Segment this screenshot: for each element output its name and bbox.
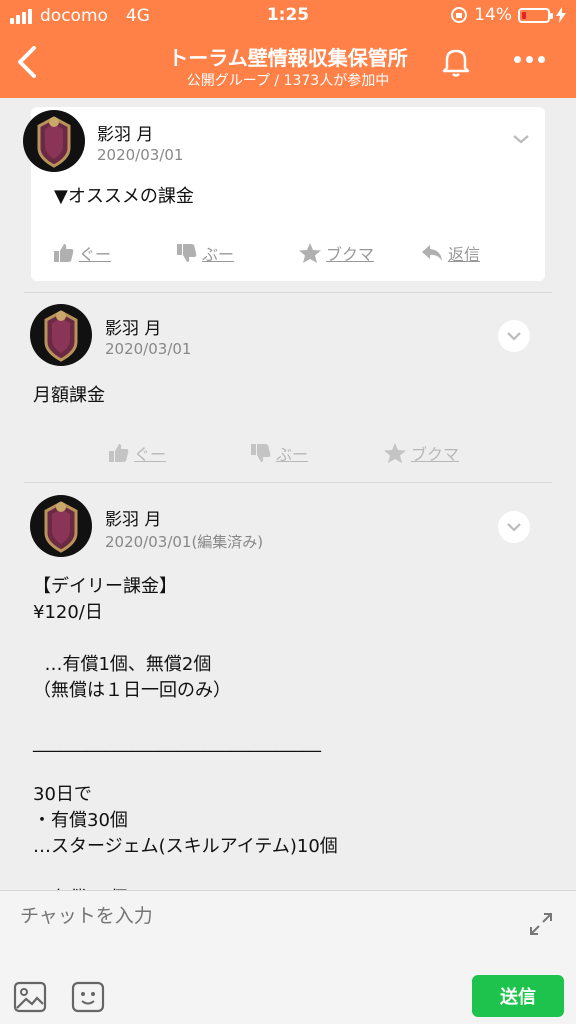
group-title: トーラム壁情報収集保管所 xyxy=(168,46,408,70)
post-line: ________________________________ xyxy=(33,732,321,753)
dislike-label: ぶー xyxy=(276,445,309,464)
like-button[interactable]: ぐー xyxy=(108,441,166,465)
reply-label: 返信 xyxy=(448,245,481,264)
sticker-icon[interactable] xyxy=(70,979,106,1015)
post-text: 月額課金 xyxy=(33,385,105,406)
post-line: ¥120/日 xyxy=(33,602,103,623)
post-author: 影羽 月 xyxy=(105,510,162,530)
like-button[interactable]: ぐー xyxy=(53,241,111,265)
post-line xyxy=(33,704,553,730)
star-icon xyxy=(299,243,321,263)
avatar[interactable] xyxy=(30,495,92,557)
like-label: ぐー xyxy=(79,245,112,264)
send-button[interactable]: 送信 xyxy=(472,975,564,1017)
back-arrow-icon[interactable] xyxy=(8,40,48,84)
reply-icon xyxy=(422,245,442,261)
post-feed[interactable]: 影羽 月 2020/03/01 ▼オススメの課金 ぐー ぶー ブクマ 返信 影羽… xyxy=(0,98,576,890)
dislike-button[interactable]: ぶー xyxy=(176,241,234,265)
divider xyxy=(24,292,552,293)
star-icon xyxy=(384,443,406,463)
battery-icon xyxy=(518,7,553,23)
dislike-button[interactable]: ぶー xyxy=(250,441,308,465)
post-date: 2020/03/01(編集済み) xyxy=(105,533,264,551)
chevron-down-icon[interactable] xyxy=(498,511,530,543)
dislike-label: ぶー xyxy=(202,245,235,264)
expand-icon[interactable] xyxy=(526,909,556,939)
post-date: 2020/03/01 xyxy=(105,340,192,358)
post-date: 2020/03/01 xyxy=(97,146,184,164)
battery-label: 14% xyxy=(474,5,512,25)
bookmark-label: ブクマ xyxy=(411,445,460,464)
post-line: （無償は１日一回のみ） xyxy=(33,680,231,701)
post-line: ・有償30個 xyxy=(33,810,128,831)
post-line xyxy=(33,860,553,886)
image-icon[interactable] xyxy=(12,979,48,1015)
status-bar: docomo 4G 1:25 14% xyxy=(0,0,576,32)
post-line: …スタージェム(スキルアイテム)10個 xyxy=(33,836,338,857)
post-line xyxy=(33,756,553,782)
thumbs-up-icon xyxy=(109,444,129,462)
bookmark-button[interactable]: ブクマ xyxy=(383,441,459,465)
bell-icon[interactable] xyxy=(438,44,474,80)
bookmark-button[interactable]: ブクマ xyxy=(298,241,374,265)
thumbs-down-icon xyxy=(251,444,271,462)
reply-button[interactable]: 返信 xyxy=(420,241,480,265)
chevron-down-icon[interactable] xyxy=(498,320,530,352)
avatar[interactable] xyxy=(23,110,85,172)
post-line: …有償1個、無償2個 xyxy=(33,654,212,675)
chat-input-bar: 送信 xyxy=(0,890,576,1024)
post-body: 【デイリー課金】 ¥120/日 …有償1個、無償2個 （無償は１日一回のみ） ____… xyxy=(33,574,553,890)
charging-icon xyxy=(556,7,566,23)
avatar[interactable] xyxy=(30,304,92,366)
post-text: ▼オススメの課金 xyxy=(54,186,194,207)
thumbs-down-icon xyxy=(177,244,197,262)
divider xyxy=(24,482,552,483)
post-line xyxy=(33,626,553,652)
group-subtitle: 公開グループ / 1373人が参加中 xyxy=(186,73,390,89)
like-label: ぐー xyxy=(134,445,167,464)
rotation-lock-icon xyxy=(451,7,468,23)
more-icon[interactable] xyxy=(514,56,545,63)
chat-input[interactable] xyxy=(20,905,500,927)
post-author: 影羽 月 xyxy=(97,125,154,145)
post-line: 【デイリー課金】 xyxy=(33,576,177,597)
bookmark-label: ブクマ xyxy=(326,245,375,264)
thumbs-up-icon xyxy=(54,244,74,262)
post-author: 影羽 月 xyxy=(105,319,162,339)
app-header: docomo 4G 1:25 14% トーラム壁情報収集保管所 公開グループ /… xyxy=(0,0,576,98)
chevron-down-icon[interactable] xyxy=(510,132,532,146)
post-line: 30日で xyxy=(33,784,92,805)
